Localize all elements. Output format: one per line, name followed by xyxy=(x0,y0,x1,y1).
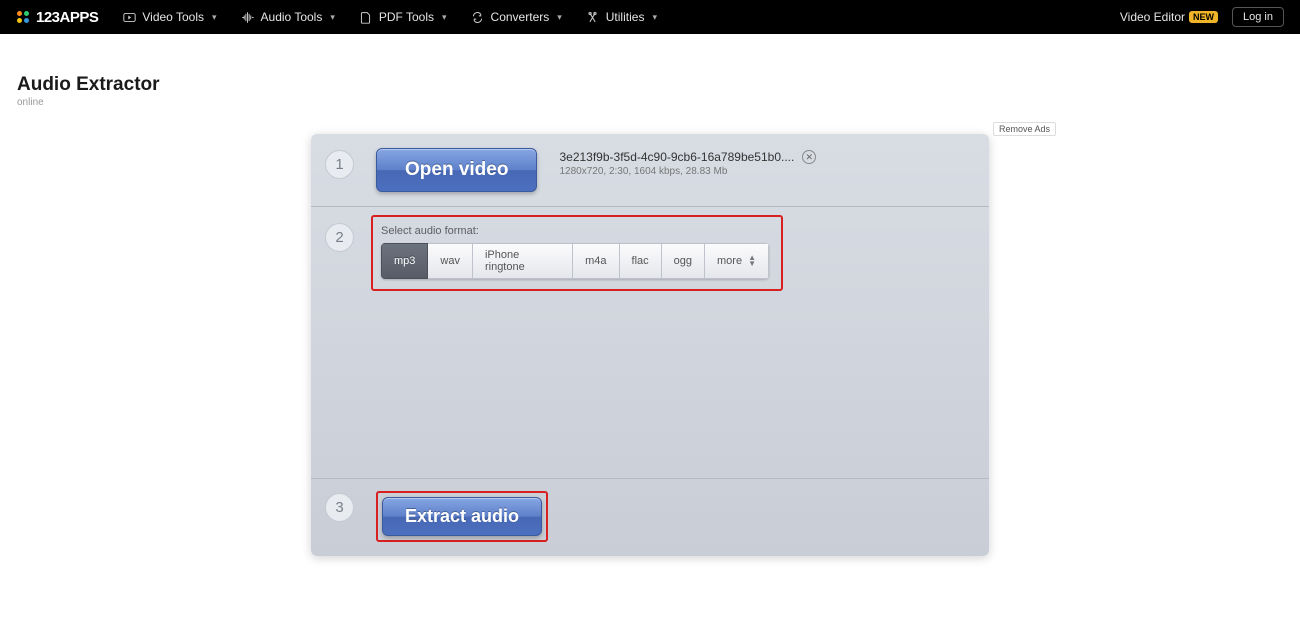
nav-label: PDF Tools xyxy=(379,10,434,24)
panel-wrap: Remove Ads 1 Open video 3e213f9b-3f5d-4c… xyxy=(0,134,1300,556)
step-number: 1 xyxy=(325,150,354,179)
format-option-mp3[interactable]: mp3 xyxy=(381,243,428,279)
pdf-icon xyxy=(359,10,373,24)
page-title: Audio Extractor xyxy=(17,74,1300,96)
nav-label: Converters xyxy=(491,10,550,24)
nav-converters[interactable]: Converters ▾ xyxy=(471,10,562,24)
extract-audio-button[interactable]: Extract audio xyxy=(382,497,542,536)
open-video-button[interactable]: Open video xyxy=(376,148,537,192)
updown-icon: ▲▼ xyxy=(748,255,756,267)
step-2: 2 Select audio format: mp3 wav iPhone ri… xyxy=(311,207,989,479)
nav-right: Video Editor NEW Log in xyxy=(1120,7,1284,27)
format-option-more[interactable]: more ▲▼ xyxy=(705,243,769,279)
nav-audio-tools[interactable]: Audio Tools ▾ xyxy=(241,10,335,24)
nav-left: 123APPS Video Tools ▾ Audio Tools ▾ PDF … xyxy=(16,9,657,26)
chevron-down-icon: ▾ xyxy=(212,12,217,23)
chevron-down-icon: ▾ xyxy=(330,12,335,23)
step-1: 1 Open video 3e213f9b-3f5d-4c90-9cb6-16a… xyxy=(311,134,989,207)
step-number: 2 xyxy=(325,223,354,252)
file-name: 3e213f9b-3f5d-4c90-9cb6-16a789be51b0.... xyxy=(559,150,794,164)
remove-ads-button[interactable]: Remove Ads xyxy=(993,122,1056,136)
play-icon xyxy=(122,10,136,24)
logo-text: 123APPS xyxy=(36,9,98,26)
format-option-iphone[interactable]: iPhone ringtone xyxy=(473,243,573,279)
step-3: 3 Extract audio xyxy=(311,479,989,556)
format-option-ogg[interactable]: ogg xyxy=(662,243,705,279)
page-header: Audio Extractor online xyxy=(0,34,1300,108)
format-option-wav[interactable]: wav xyxy=(428,243,473,279)
format-option-flac[interactable]: flac xyxy=(620,243,662,279)
page-subtitle: online xyxy=(17,97,1300,108)
logo[interactable]: 123APPS xyxy=(16,9,98,26)
nav-label: Video Tools xyxy=(142,10,204,24)
remove-file-icon[interactable]: ✕ xyxy=(802,150,816,164)
nav-label: Utilities xyxy=(606,10,645,24)
more-label: more xyxy=(717,255,742,267)
chevron-down-icon: ▾ xyxy=(652,12,657,23)
main-panel: 1 Open video 3e213f9b-3f5d-4c90-9cb6-16a… xyxy=(311,134,989,556)
nav-utilities[interactable]: Utilities ▾ xyxy=(586,10,657,24)
video-editor-link[interactable]: Video Editor NEW xyxy=(1120,10,1218,24)
top-navbar: 123APPS Video Tools ▾ Audio Tools ▾ PDF … xyxy=(0,0,1300,34)
logo-dots-icon xyxy=(16,10,30,24)
format-label: Select audio format: xyxy=(381,225,769,237)
utilities-icon xyxy=(586,10,600,24)
chevron-down-icon: ▾ xyxy=(557,12,562,23)
converter-icon xyxy=(471,10,485,24)
file-meta: 1280x720, 2:30, 1604 kbps, 28.83 Mb xyxy=(559,166,816,177)
chevron-down-icon: ▾ xyxy=(442,12,447,23)
video-editor-label: Video Editor xyxy=(1120,10,1185,24)
nav-pdf-tools[interactable]: PDF Tools ▾ xyxy=(359,10,447,24)
audio-icon xyxy=(241,10,255,24)
new-badge: NEW xyxy=(1189,11,1218,23)
login-button[interactable]: Log in xyxy=(1232,7,1284,27)
format-option-m4a[interactable]: m4a xyxy=(573,243,619,279)
nav-video-tools[interactable]: Video Tools ▾ xyxy=(122,10,216,24)
file-info: 3e213f9b-3f5d-4c90-9cb6-16a789be51b0....… xyxy=(559,150,816,177)
step-number: 3 xyxy=(325,493,354,522)
highlight-frame-step3: Extract audio xyxy=(376,491,548,542)
format-segmented-control: mp3 wav iPhone ringtone m4a flac ogg mor… xyxy=(381,243,769,279)
highlight-frame-step2: Select audio format: mp3 wav iPhone ring… xyxy=(371,215,783,291)
nav-label: Audio Tools xyxy=(261,10,323,24)
